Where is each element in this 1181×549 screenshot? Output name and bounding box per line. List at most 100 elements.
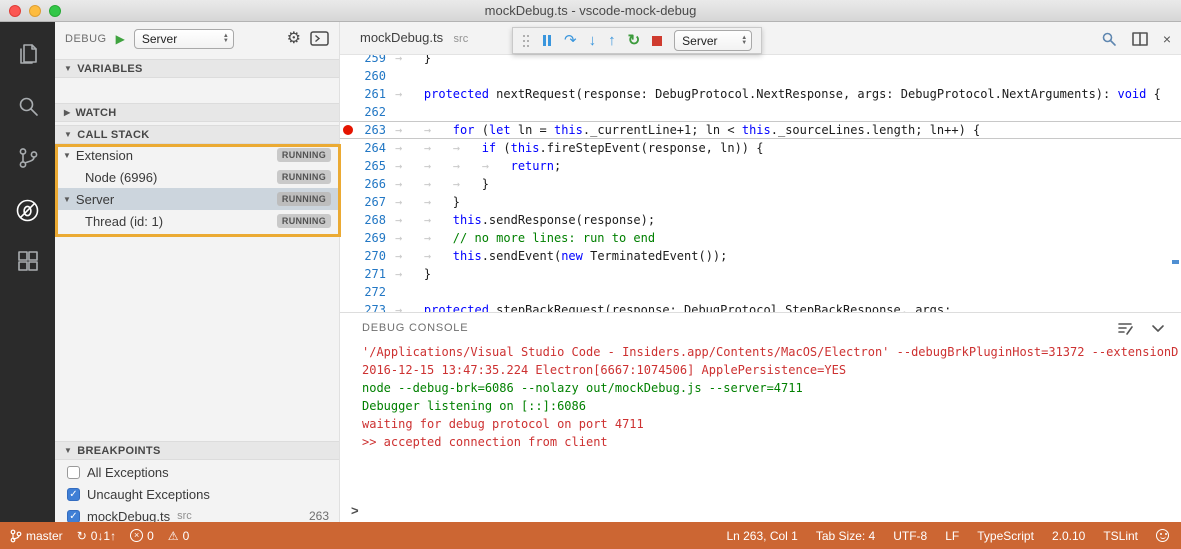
status-badge: RUNNING bbox=[277, 214, 331, 228]
tab-mockdebug[interactable]: mockDebug.ts src bbox=[360, 29, 468, 47]
editor-gutter[interactable]: 273 bbox=[340, 301, 395, 312]
call-stack-item[interactable]: Node (6996)RUNNING bbox=[55, 166, 339, 188]
editor-gutter[interactable]: 261 bbox=[340, 85, 395, 103]
editor-gutter[interactable]: 260 bbox=[340, 67, 395, 85]
editor-gutter[interactable]: 272 bbox=[340, 283, 395, 301]
line-number: 271 bbox=[364, 265, 386, 283]
section-header-watch[interactable]: ▶ WATCH bbox=[55, 103, 339, 122]
line-number: 264 bbox=[364, 139, 386, 157]
status-item-git-branch[interactable]: master bbox=[10, 529, 63, 543]
editor-gutter[interactable]: 262 bbox=[340, 103, 395, 121]
breakpoint-item[interactable]: ✓Uncaught Exceptions bbox=[55, 483, 339, 505]
status-item[interactable]: LF bbox=[945, 529, 959, 543]
source-control-icon[interactable] bbox=[0, 132, 55, 184]
editor-gutter[interactable]: 267 bbox=[340, 193, 395, 211]
breakpoint-checkbox[interactable]: ✓ bbox=[67, 488, 80, 501]
status-item[interactable]: TypeScript bbox=[977, 529, 1034, 543]
status-item[interactable]: 2.0.10 bbox=[1052, 529, 1085, 543]
step-over-icon[interactable]: ↷ bbox=[564, 33, 577, 48]
breakpoint-dot[interactable] bbox=[343, 125, 353, 135]
code-text: → → this.sendEvent(new TerminatedEvent()… bbox=[395, 247, 727, 265]
zoom-window-button[interactable] bbox=[49, 5, 61, 17]
console-output: '/Applications/Visual Studio Code - Insi… bbox=[340, 343, 1181, 451]
console-line: node --debug-brk=6086 --nolazy out/mockD… bbox=[362, 379, 1181, 397]
close-icon[interactable]: × bbox=[1163, 32, 1171, 46]
section-label: WATCH bbox=[75, 107, 116, 119]
configure-gear-icon[interactable]: ⚙ bbox=[287, 31, 301, 47]
debug-sidebar-toolbar: DEBUG ▶ Server ▲▼ ⚙ bbox=[55, 22, 339, 55]
section-header-breakpoints[interactable]: ▼ BREAKPOINTS bbox=[55, 441, 339, 460]
status-item[interactable]: UTF-8 bbox=[893, 529, 927, 543]
code-editor[interactable]: 259→ }260261→ protected nextRequest(resp… bbox=[340, 55, 1181, 312]
console-prompt-icon: > bbox=[351, 503, 359, 518]
line-number: 262 bbox=[364, 103, 386, 121]
section-label: CALL STACK bbox=[77, 129, 149, 141]
editor-gutter[interactable]: 269 bbox=[340, 229, 395, 247]
status-item-error[interactable]: ×0 bbox=[130, 529, 154, 543]
debug-icon[interactable] bbox=[0, 184, 55, 236]
status-item[interactable]: Tab Size: 4 bbox=[816, 529, 875, 543]
breakpoint-item[interactable]: All Exceptions bbox=[55, 461, 339, 483]
code-line: 268→ → this.sendResponse(response); bbox=[340, 211, 1181, 229]
status-item-text: master bbox=[26, 529, 63, 543]
clear-console-icon[interactable] bbox=[1117, 321, 1133, 335]
editor-gutter[interactable]: 265 bbox=[340, 157, 395, 175]
call-stack-item[interactable]: ▼ServerRUNNING bbox=[55, 188, 339, 210]
breakpoints-list: All Exceptions✓Uncaught Exceptions✓mockD… bbox=[55, 461, 339, 522]
editor-gutter[interactable]: 266 bbox=[340, 175, 395, 193]
extensions-icon[interactable] bbox=[0, 236, 55, 288]
editor-gutter[interactable]: 259 bbox=[340, 55, 395, 67]
editor-gutter[interactable]: 268 bbox=[340, 211, 395, 229]
line-number: 273 bbox=[364, 301, 386, 312]
close-window-button[interactable] bbox=[9, 5, 21, 17]
start-debug-button[interactable]: ▶ bbox=[116, 32, 125, 46]
step-out-icon[interactable]: ↑ bbox=[608, 33, 616, 48]
minimize-window-button[interactable] bbox=[29, 5, 41, 17]
search-icon[interactable] bbox=[0, 80, 55, 132]
activity-bar bbox=[0, 22, 55, 522]
chevron-down-icon: ▼ bbox=[64, 64, 72, 73]
breakpoint-checkbox[interactable]: ✓ bbox=[67, 510, 80, 523]
step-into-icon[interactable]: ↓ bbox=[589, 33, 597, 48]
status-item-sync[interactable]: ↻0↓1↑ bbox=[77, 529, 116, 543]
drag-grip-icon[interactable] bbox=[522, 34, 530, 47]
status-bar-right: Ln 263, Col 1 Tab Size: 4 UTF-8 LF TypeScrip… bbox=[726, 529, 1181, 543]
editor-gutter[interactable]: 263 bbox=[340, 121, 395, 139]
console-input[interactable]: > bbox=[340, 498, 1181, 522]
find-icon[interactable] bbox=[1101, 31, 1117, 47]
status-bar: master ↻0↓1↑ ×0 ⚠0 Ln 263, Col 1 Tab Size: 4… bbox=[0, 522, 1181, 549]
breakpoint-item[interactable]: ✓mockDebug.tssrc263 bbox=[55, 505, 339, 522]
section-header-call-stack[interactable]: ▼ CALL STACK bbox=[55, 125, 339, 144]
line-number: 272 bbox=[364, 283, 386, 301]
status-item[interactable]: TSLint bbox=[1103, 529, 1138, 543]
debug-config-select[interactable]: Server ▲▼ bbox=[134, 29, 234, 49]
editor-gutter[interactable]: 264 bbox=[340, 139, 395, 157]
call-stack-item[interactable]: ▼ExtensionRUNNING bbox=[55, 144, 339, 166]
editor-group: mockDebug.ts src × ↷ ↓ ↑ ↻ Server▲▼ 259→ }26… bbox=[340, 22, 1181, 522]
pause-icon[interactable] bbox=[542, 35, 552, 46]
status-item[interactable]: Ln 263, Col 1 bbox=[726, 529, 797, 543]
status-item-warning[interactable]: ⚠0 bbox=[168, 529, 189, 543]
line-number: 270 bbox=[364, 247, 386, 265]
debug-actions-widget: ↷ ↓ ↑ ↻ Server▲▼ bbox=[512, 27, 762, 54]
open-debug-console-icon[interactable] bbox=[310, 31, 329, 46]
breakpoint-checkbox[interactable] bbox=[67, 466, 80, 479]
stop-icon[interactable] bbox=[652, 36, 662, 46]
call-stack-item[interactable]: Thread (id: 1)RUNNING bbox=[55, 210, 339, 232]
section-header-variables[interactable]: ▼ VARIABLES bbox=[55, 59, 339, 78]
status-item-text: 0 bbox=[147, 529, 154, 543]
console-line: 2016-12-15 13:47:35.224 Electron[6667:10… bbox=[362, 361, 1181, 379]
editor-gutter[interactable]: 270 bbox=[340, 247, 395, 265]
debug-session-select[interactable]: Server▲▼ bbox=[674, 30, 752, 51]
line-number: 266 bbox=[364, 175, 386, 193]
collapse-panel-icon[interactable] bbox=[1151, 324, 1165, 333]
editor-gutter[interactable]: 271 bbox=[340, 265, 395, 283]
feedback-smiley-icon[interactable] bbox=[1156, 529, 1169, 542]
files-icon[interactable] bbox=[0, 28, 55, 80]
code-text: → → // no more lines: run to end bbox=[395, 229, 655, 247]
line-number: 265 bbox=[364, 157, 386, 175]
restart-icon[interactable]: ↻ bbox=[628, 33, 641, 48]
breakpoint-line-number: 263 bbox=[309, 509, 329, 522]
chevron-down-icon: ▼ bbox=[63, 151, 71, 160]
split-editor-icon[interactable] bbox=[1132, 32, 1148, 46]
